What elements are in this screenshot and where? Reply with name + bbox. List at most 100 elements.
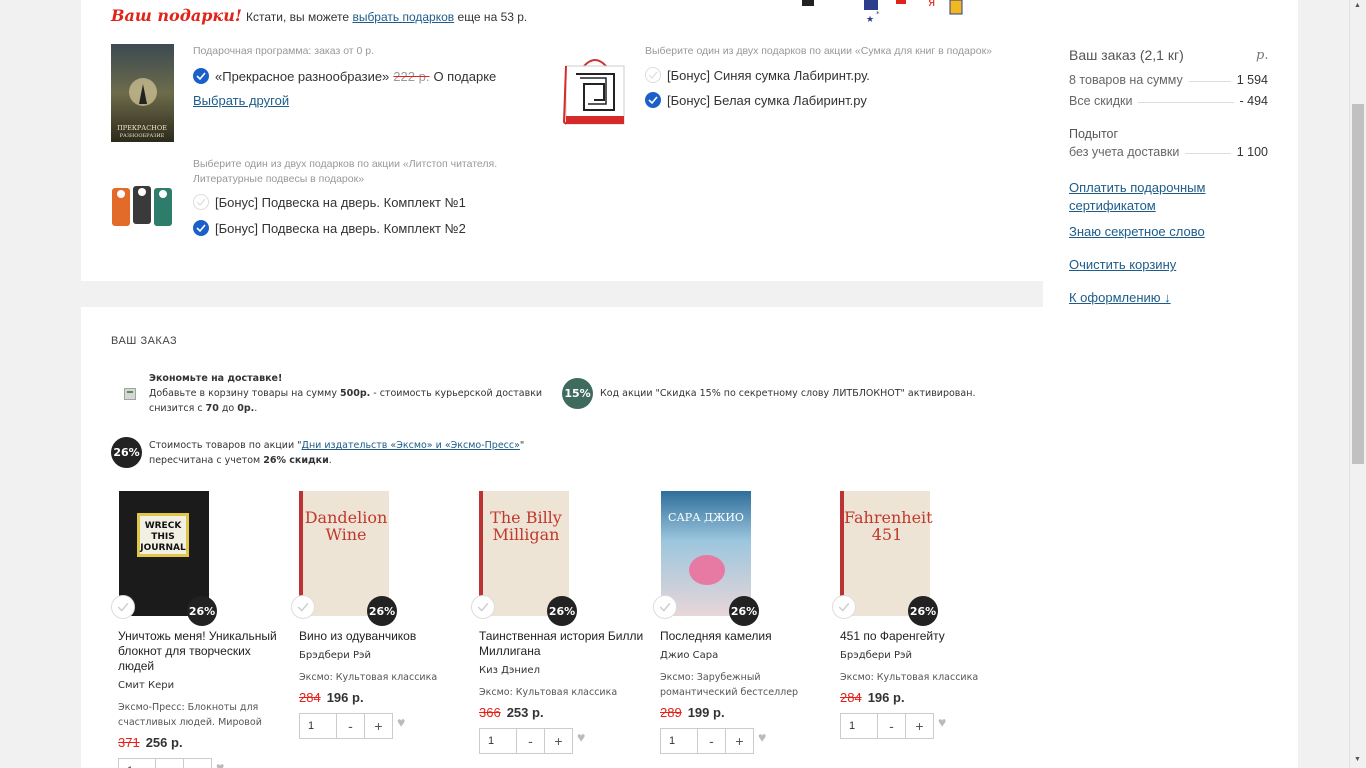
confetti-decoration: ★ * я	[802, 0, 963, 25]
secret-word-link[interactable]: Знаю секретное слово	[1069, 223, 1205, 241]
quantity-plus-button[interactable]: +	[545, 728, 573, 754]
wishlist-heart-icon[interactable]: ♥	[938, 714, 946, 730]
gifts-note-suffix: еще на 53 р.	[457, 10, 528, 24]
product-old-price: 284	[840, 690, 862, 705]
hanger-option-2-label: [Бонус] Подвеска на дверь. Комплект №2	[215, 220, 466, 236]
product-discount-badge: 26%	[908, 596, 938, 626]
product-select-check-icon[interactable]	[653, 595, 677, 619]
product-new-price: 196 р.	[867, 690, 905, 705]
wishlist-heart-icon[interactable]: ♥	[216, 759, 224, 768]
quantity-stepper[interactable]: 1-+	[660, 728, 754, 754]
quantity-stepper[interactable]: 1-+	[299, 713, 393, 739]
product-author-link[interactable]: Киз Дэниел	[479, 665, 540, 676]
quantity-stepper[interactable]: 1-+	[479, 728, 573, 754]
scroll-down-icon[interactable]: ▼	[1354, 756, 1361, 763]
quantity-plus-button[interactable]: +	[184, 758, 212, 768]
bag-option-white-label: [Бонус] Белая сумка Лабиринт.ру	[667, 92, 867, 108]
clear-cart-link[interactable]: Очистить корзину	[1069, 256, 1176, 274]
wishlist-heart-icon[interactable]: ♥	[758, 729, 766, 745]
product-discount-badge: 26%	[729, 596, 759, 626]
page-scrollbar[interactable]: ▲ ▼	[1349, 0, 1366, 768]
product-title-link[interactable]: Последняя камелия	[660, 629, 830, 644]
checked-icon[interactable]	[193, 68, 209, 84]
checked-icon[interactable]	[645, 92, 661, 108]
product-new-price: 253 р.	[506, 705, 544, 720]
unchecked-icon[interactable]	[193, 194, 209, 210]
product-price: 366 253 р.	[479, 705, 544, 720]
product-select-check-icon[interactable]	[832, 595, 856, 619]
scroll-up-icon[interactable]: ▲	[1354, 2, 1361, 9]
quantity-input[interactable]: 1	[479, 728, 517, 754]
hanger-option-1-label: [Бонус] Подвеска на дверь. Комплект №1	[215, 194, 466, 210]
quantity-minus-button[interactable]: -	[698, 728, 726, 754]
unchecked-icon[interactable]	[645, 67, 661, 83]
svg-text:*: *	[876, 10, 880, 18]
product-discount-badge: 26%	[547, 596, 577, 626]
hanger-option-1[interactable]: [Бонус] Подвеска на дверь. Комплект №1	[193, 194, 466, 210]
gifts-note: Кстати, вы можете выбрать подарков еще н…	[246, 10, 527, 24]
product-author-link[interactable]: Смит Кери	[118, 680, 174, 691]
bag-option-blue[interactable]: [Бонус] Синяя сумка Лабиринт.ру.	[645, 67, 870, 83]
product-title-link[interactable]: 451 по Фаренгейту	[840, 629, 1010, 644]
product-author-link[interactable]: Джио Сара	[660, 650, 718, 661]
product-select-check-icon[interactable]	[471, 595, 495, 619]
gift-book-cover[interactable]: ПРЕКРАСНОЕ РАЗНООБРАЗИЕ	[111, 44, 174, 142]
code-activated-text: Код акции "Скидка 15% по секретному слов…	[600, 388, 976, 399]
product-discount-badge: 26%	[187, 596, 217, 626]
product-new-price: 199 р.	[687, 705, 725, 720]
wishlist-heart-icon[interactable]: ♥	[577, 729, 585, 745]
quantity-stepper[interactable]: 1-+	[840, 713, 934, 739]
summary-row-items: 8 товаров на сумму 1 594	[1069, 73, 1268, 87]
quantity-minus-button[interactable]: -	[156, 758, 184, 768]
quantity-plus-button[interactable]: +	[906, 713, 934, 739]
quantity-minus-button[interactable]: -	[878, 713, 906, 739]
summary-row-discounts: Все скидки - 494	[1069, 94, 1268, 108]
gifts-panel	[81, 0, 1043, 281]
quantity-minus-button[interactable]: -	[517, 728, 545, 754]
product-price: 284 196 р.	[299, 690, 364, 705]
product-price: 284 196 р.	[840, 690, 905, 705]
choose-other-gift-link[interactable]: Выбрать другой	[193, 93, 289, 108]
summary-row-value: 1 594	[1236, 73, 1268, 87]
product-price: 371 256 р.	[118, 735, 183, 750]
scrollbar-thumb[interactable]	[1352, 104, 1364, 464]
pay-gift-certificate-link[interactable]: Оплатить подарочным сертификатом	[1069, 179, 1229, 215]
product-title-link[interactable]: Вино из одуванчиков	[299, 629, 469, 644]
subtotal-value: 1 100	[1236, 145, 1268, 159]
product-author-link[interactable]: Брэдбери Рэй	[299, 650, 371, 661]
eksmo-promo-link[interactable]: Дни издательств «Эксмо» и «Эксмо-Пресс»	[302, 440, 520, 451]
door-hangers-image	[112, 186, 172, 226]
svg-text:РАЗНООБРАЗИЕ: РАЗНООБРАЗИЕ	[120, 133, 165, 139]
product-title-link[interactable]: Уничтожь меня! Уникальный блокнот для тв…	[118, 629, 288, 674]
product-old-price: 289	[660, 705, 682, 720]
summary-row-subtotal: без учета доставки 1 100	[1069, 145, 1268, 159]
summary-row-label: 8 товаров на сумму	[1069, 73, 1183, 87]
code-discount-badge: 15%	[562, 378, 593, 409]
product-publisher: Эксмо-Пресс: Блокноты для счастливых люд…	[118, 702, 262, 728]
quantity-plus-button[interactable]: +	[365, 713, 393, 739]
quantity-input[interactable]: 1	[299, 713, 337, 739]
checkout-link[interactable]: К оформлению ↓	[1069, 289, 1171, 307]
svg-text:ПРЕКРАСНОЕ: ПРЕКРАСНОЕ	[117, 124, 167, 132]
quantity-input[interactable]: 1	[660, 728, 698, 754]
product-new-price: 256 р.	[145, 735, 183, 750]
wishlist-heart-icon[interactable]: ♥	[397, 714, 405, 730]
product-author-link[interactable]: Брэдбери Рэй	[840, 650, 912, 661]
product-title-link[interactable]: Таинственная история Билли Миллигана	[479, 629, 644, 659]
quantity-input[interactable]: 1	[118, 758, 156, 768]
about-gift-link[interactable]: О подарке	[433, 69, 496, 84]
choose-gifts-link[interactable]: выбрать подарков	[352, 10, 454, 24]
product-discount-badge: 26%	[367, 596, 397, 626]
checked-icon[interactable]	[193, 220, 209, 236]
gift-program-option[interactable]: «Прекрасное разнообразие» 222 р. О подар…	[193, 68, 496, 84]
gift-program-old-price: 222 р.	[393, 68, 430, 84]
subtotal-label-line2: без учета доставки	[1069, 145, 1180, 159]
hanger-option-2[interactable]: [Бонус] Подвеска на дверь. Комплект №2	[193, 220, 466, 236]
product-select-check-icon[interactable]	[291, 595, 315, 619]
bag-option-white[interactable]: [Бонус] Белая сумка Лабиринт.ру	[645, 92, 867, 108]
quantity-plus-button[interactable]: +	[726, 728, 754, 754]
product-select-check-icon[interactable]	[111, 595, 135, 619]
quantity-input[interactable]: 1	[840, 713, 878, 739]
quantity-minus-button[interactable]: -	[337, 713, 365, 739]
quantity-stepper[interactable]: 1-+	[118, 758, 212, 768]
